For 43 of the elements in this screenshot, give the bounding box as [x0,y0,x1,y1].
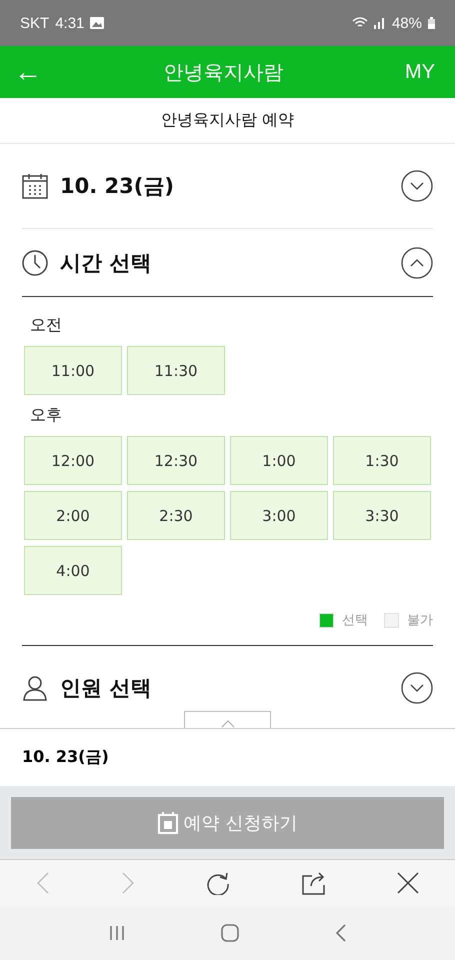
wifi-icon [352,17,368,29]
sheet-handle[interactable] [184,711,271,728]
expand-toggle-icon[interactable] [401,170,433,202]
share-icon[interactable] [302,871,326,895]
app-title: 안녕육지사람 [164,60,284,86]
collapse-toggle-icon[interactable] [401,246,433,278]
battery-icon [428,17,435,29]
expand-toggle-icon[interactable] [401,672,433,704]
time-slot-button[interactable]: 2:00 [24,491,122,540]
clock: 4:31 [55,14,84,32]
time-slot-button[interactable]: 3:00 [230,491,328,540]
calendar-icon [22,173,48,199]
home-icon[interactable] [221,924,240,942]
carrier: SKT [20,14,50,32]
close-icon[interactable] [397,872,420,894]
caret-icon [220,720,234,728]
time-slot-button[interactable]: 12:00 [24,436,122,485]
selected-date: 10. 23(금) [22,747,109,768]
time-slot-button[interactable]: 12:30 [127,436,225,485]
time-slot-button[interactable]: 1:00 [230,436,328,485]
refresh-icon[interactable] [206,871,230,895]
section-title: 10. 23(금) [60,173,175,200]
signal-icon [374,17,386,29]
back-icon[interactable] [335,924,348,942]
image-icon [90,17,104,29]
time-slot-button[interactable]: 2:30 [127,491,225,540]
legend-label: 선택 [342,612,368,629]
time-slot-button[interactable]: 4:00 [24,546,122,595]
section-title: 시간 선택 [60,250,152,276]
time-slot-button[interactable]: 3:30 [333,491,431,540]
clock-icon [22,250,48,276]
recent-apps-icon[interactable] [108,925,126,941]
battery-level: 48% [392,14,422,32]
section-title: 인원 선택 [60,675,152,702]
legend-label: 불가 [407,612,433,629]
period-label: 오전 [30,315,63,336]
calendar-icon [158,812,178,834]
page-title: 안녕육지사람 예약 [0,98,455,144]
time-slot-button[interactable]: 11:30 [127,346,225,395]
person-icon [22,675,48,701]
period-label: 오후 [30,405,63,426]
time-slot-button[interactable]: 11:00 [24,346,122,395]
time-slot-button[interactable]: 1:30 [333,436,431,485]
